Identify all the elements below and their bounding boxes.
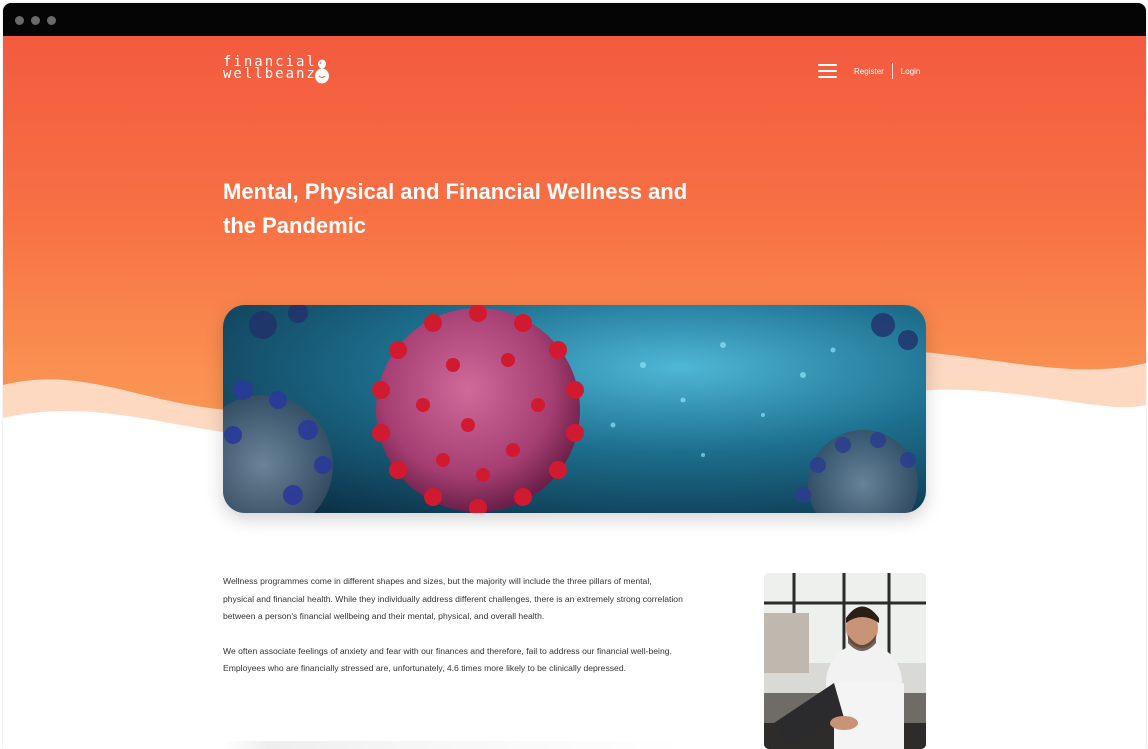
- nav-divider: [891, 63, 893, 79]
- brand-logo[interactable]: financial wellbeanz: [223, 55, 329, 84]
- bean-mascot-icon: [315, 59, 329, 84]
- article-paragraph: Wellness programmes come in different sh…: [223, 576, 683, 622]
- page-title: Mental, Physical and Financial Wellness …: [223, 179, 688, 238]
- register-link[interactable]: Register: [854, 67, 884, 76]
- window-maximize-dot[interactable]: [47, 16, 56, 25]
- coronavirus-illustration: [223, 305, 926, 513]
- article-paragraph: We often associate feelings of anxiety a…: [223, 645, 672, 674]
- next-section-edge: [223, 741, 683, 749]
- hero-image-coronavirus: [223, 305, 926, 513]
- top-nav: Register Login: [818, 61, 920, 81]
- window-titlebar: [3, 3, 1146, 36]
- window-minimize-dot[interactable]: [31, 16, 40, 25]
- office-photo-illustration: [764, 573, 926, 749]
- man-working-on-laptop-photo: [764, 573, 926, 749]
- browser-window: financial wellbeanz Register Login Menta…: [3, 3, 1146, 749]
- login-link[interactable]: Login: [901, 67, 921, 76]
- article-body: Wellness programmes come in different sh…: [223, 573, 683, 695]
- hamburger-menu-icon[interactable]: [818, 64, 837, 78]
- window-close-dot[interactable]: [15, 16, 24, 25]
- logo-line-2: wellbeanz: [223, 66, 317, 82]
